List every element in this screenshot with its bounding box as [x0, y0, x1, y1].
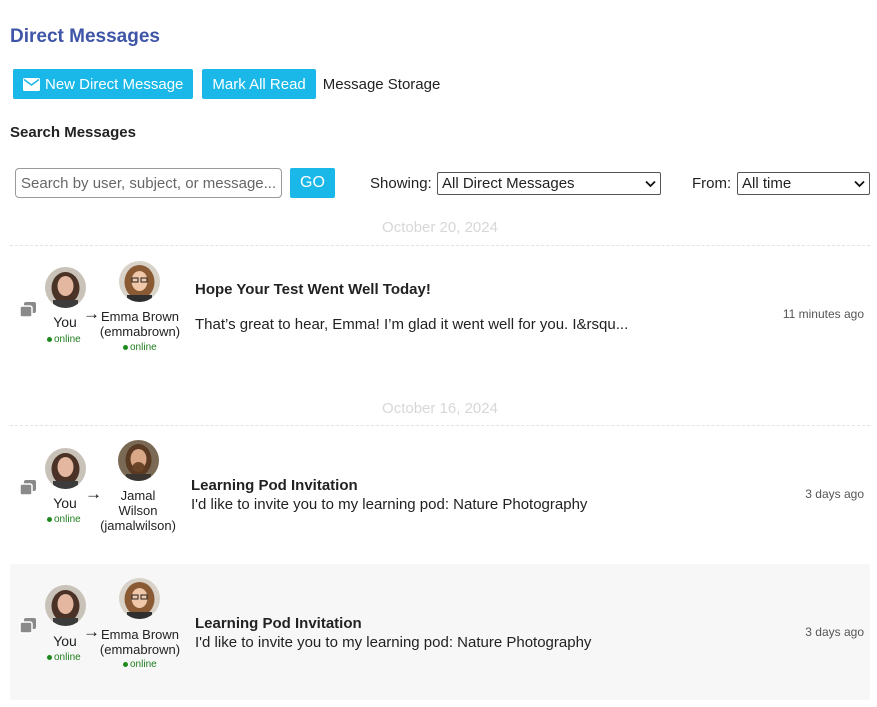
recipient-name-first: Jamal: [120, 488, 156, 503]
go-button[interactable]: GO: [290, 168, 335, 198]
envelope-icon: [23, 77, 40, 91]
search-heading: Search Messages: [10, 124, 136, 141]
avatar: [119, 578, 160, 619]
arrow-right-icon: →: [83, 622, 100, 641]
mark-all-read-button[interactable]: Mark All Read: [202, 69, 316, 99]
page-title: Direct Messages: [10, 26, 160, 47]
search-input[interactable]: [15, 168, 282, 198]
new-direct-message-button[interactable]: New Direct Message: [13, 69, 194, 99]
recipient-handle: (emmabrown): [99, 642, 181, 657]
chevron-down-icon: [854, 180, 865, 187]
arrow-right-icon: →: [83, 304, 100, 323]
copy-messages-icon: [19, 618, 36, 634]
sender-status: online: [47, 652, 81, 663]
message-row[interactable]: You online → Emma Brown (emmabrown) onli…: [10, 564, 870, 700]
avatar: [45, 267, 86, 308]
filters-bar: GO Showing: All Direct Messages From: Al…: [0, 168, 877, 200]
sender-name: You: [53, 495, 77, 511]
showing-value: All Direct Messages: [442, 175, 575, 192]
sender-name: You: [53, 633, 77, 649]
from-select[interactable]: All time: [737, 172, 870, 195]
copy-messages-icon: [19, 480, 36, 496]
showing-label: Showing:: [370, 175, 432, 192]
toolbar: New Direct Message Mark All Read Message…: [13, 69, 440, 99]
message-storage-link[interactable]: Message Storage: [323, 76, 441, 93]
message-row[interactable]: You online → Jamal Wilson (jamalwilson) …: [10, 428, 870, 558]
date-separator: October 16, 2024: [382, 400, 498, 417]
copy-messages-icon: [19, 302, 36, 318]
recipient-name: Emma Brown: [100, 309, 180, 324]
recipient-name: Emma Brown: [100, 627, 180, 642]
chevron-down-icon: [645, 180, 656, 187]
message-time: 11 minutes ago: [782, 307, 864, 321]
showing-select[interactable]: All Direct Messages: [437, 172, 661, 195]
recipient-status: online: [123, 659, 157, 670]
from-value: All time: [742, 175, 792, 192]
message-subject[interactable]: Learning Pod Invitation: [195, 615, 362, 632]
recipient-name-last: Wilson: [118, 503, 158, 518]
message-preview: I'd like to invite you to my learning po…: [191, 496, 588, 513]
message-preview: I'd like to invite you to my learning po…: [195, 634, 592, 651]
recipient-status: online: [123, 342, 157, 353]
message-subject[interactable]: Learning Pod Invitation: [191, 477, 358, 494]
divider: [10, 245, 870, 246]
avatar: [118, 440, 159, 481]
message-preview: That’s great to hear, Emma! I’m glad it …: [195, 316, 629, 333]
message-subject[interactable]: Hope Your Test Went Well Today!: [195, 281, 431, 298]
new-direct-message-label: New Direct Message: [45, 75, 184, 93]
avatar: [45, 448, 86, 489]
recipient-handle: (emmabrown): [99, 324, 181, 339]
message-time: 3 days ago: [805, 625, 864, 639]
sender-name: You: [53, 314, 77, 330]
go-label: GO: [300, 174, 325, 191]
avatar: [45, 585, 86, 626]
divider: [10, 425, 870, 426]
sender-status: online: [47, 334, 81, 345]
mark-all-read-label: Mark All Read: [212, 75, 306, 93]
date-separator: October 20, 2024: [382, 219, 498, 236]
message-time: 3 days ago: [805, 487, 864, 501]
recipient-handle: (jamalwilson): [100, 518, 176, 533]
message-row[interactable]: You online → Emma Brown (emmabrown) onli…: [10, 250, 870, 390]
avatar: [119, 261, 160, 302]
from-label: From:: [692, 175, 732, 192]
sender-status: online: [47, 514, 81, 525]
